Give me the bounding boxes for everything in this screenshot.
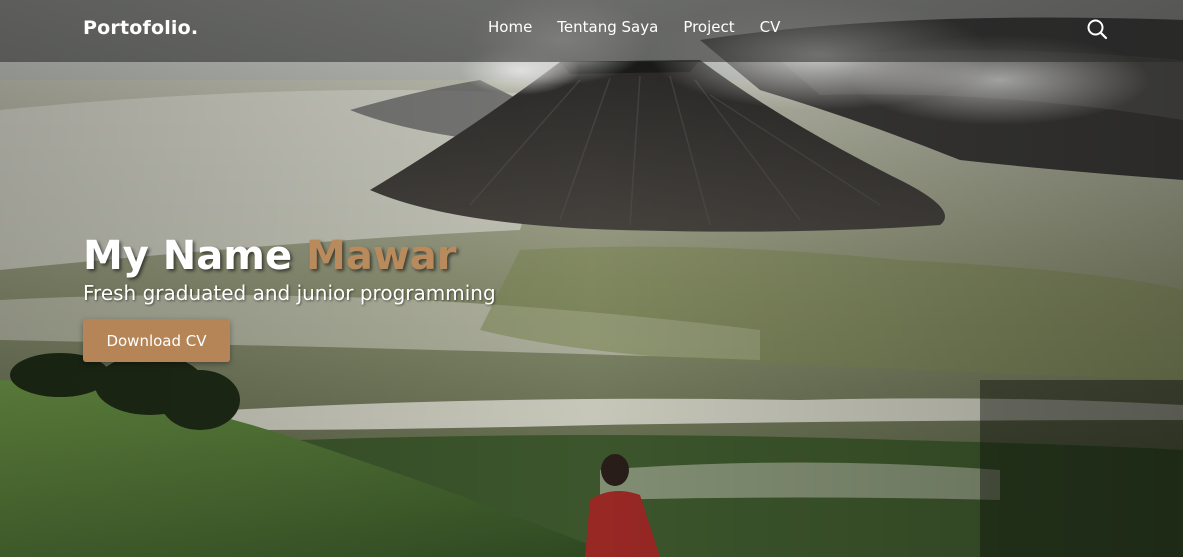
nav-link-tentang-saya[interactable]: Tentang Saya <box>557 18 658 36</box>
brand-logo[interactable]: Portofolio. <box>83 17 198 39</box>
hero-title-name: Mawar <box>306 233 457 279</box>
hero-title: My Name Mawar <box>83 228 496 284</box>
nav-link-home[interactable]: Home <box>488 18 532 36</box>
search-icon <box>1087 19 1108 40</box>
search-button[interactable] <box>1086 18 1108 40</box>
nav-links: Home Tentang Saya Project CV <box>488 18 805 36</box>
download-cv-button[interactable]: Download CV <box>83 319 230 362</box>
hero-section: Portofolio. Home Tentang Saya Project CV… <box>0 0 1183 557</box>
hero-subtitle: Fresh graduated and junior programming <box>83 281 496 305</box>
nav-link-project[interactable]: Project <box>683 18 734 36</box>
navbar: Portofolio. Home Tentang Saya Project CV <box>0 0 1183 62</box>
nav-link-cv[interactable]: CV <box>760 18 781 36</box>
hero-content: My Name Mawar Fresh graduated and junior… <box>83 228 496 305</box>
hero-title-prefix: My Name <box>83 233 293 279</box>
